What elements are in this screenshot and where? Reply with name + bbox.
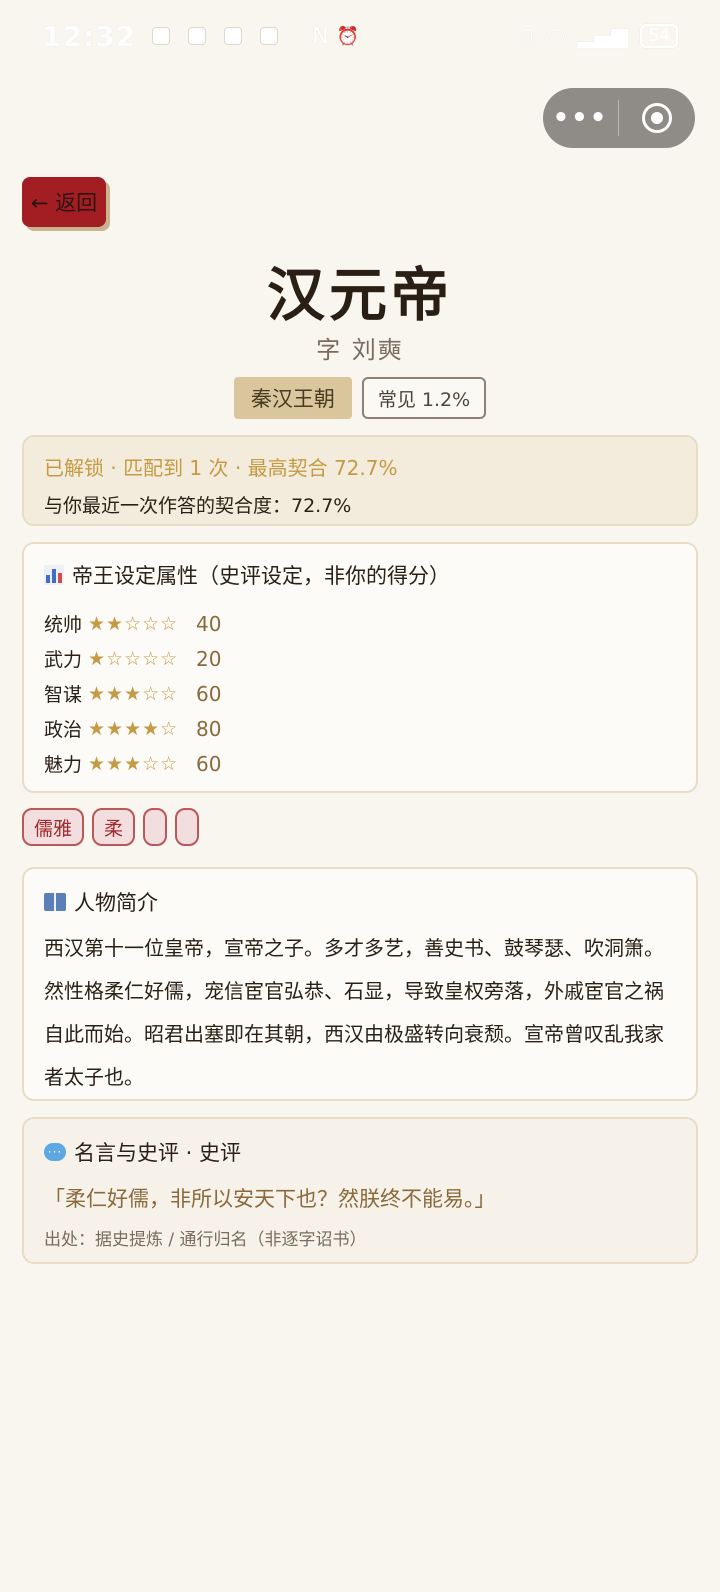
trait-chip bbox=[175, 808, 200, 846]
attribute-name: 政治 bbox=[44, 719, 83, 741]
miniprogram-capsule: ••• bbox=[543, 88, 695, 148]
book-icon bbox=[44, 893, 66, 911]
star-rating: ★★★☆☆ bbox=[88, 682, 179, 705]
quote-heading-text: 名言与史评 · 史评 bbox=[74, 1141, 242, 1165]
star-rating: ★★☆☆☆ bbox=[88, 612, 179, 635]
trait-chips: 儒雅 柔 bbox=[22, 808, 200, 846]
attributes-card: 帝王设定属性（史评设定，非你的得分） 统帅 ★★☆☆☆ 40 武力 ★☆☆☆☆ … bbox=[22, 542, 698, 793]
star-rating: ★☆☆☆☆ bbox=[88, 647, 179, 670]
trait-chip bbox=[143, 808, 168, 846]
biography-heading: 人物简介 bbox=[44, 887, 676, 917]
recent-match-score: 与你最近一次作答的契合度：72.7% bbox=[44, 495, 352, 517]
status-bar: 12:32 N ⏰ ▯ ◠ ▂▄▆ 54 bbox=[0, 0, 720, 72]
app-notification-icon bbox=[188, 27, 207, 45]
app-notification-icon bbox=[152, 27, 171, 45]
nfc-icon: N bbox=[312, 23, 329, 49]
attribute-row: 魅力 ★★★☆☆ 60 bbox=[44, 746, 676, 781]
quote-card: ··· 名言与史评 · 史评 「柔仁好儒，非所以安天下也？然朕终不能易。」 出处… bbox=[22, 1117, 698, 1264]
attribute-list: 统帅 ★★☆☆☆ 40 武力 ★☆☆☆☆ 20 智谋 ★★★☆☆ 60 政治 ★… bbox=[44, 606, 676, 781]
star-rating: ★★★★☆ bbox=[88, 717, 179, 740]
attribute-row: 政治 ★★★★☆ 80 bbox=[44, 711, 676, 746]
attribute-name: 智谋 bbox=[44, 684, 83, 706]
close-miniprogram-button[interactable] bbox=[619, 103, 694, 133]
emperor-courtesy-name: 字 刘奭 bbox=[316, 336, 404, 364]
more-menu-button[interactable]: ••• bbox=[543, 103, 618, 133]
signal-icon: ▂▄▆ bbox=[577, 23, 629, 49]
vibrate-icon: ▯ bbox=[522, 23, 535, 49]
attributes-heading-text: 帝王设定属性（史评设定，非你的得分） bbox=[72, 564, 450, 588]
app-notification-icon bbox=[260, 27, 279, 45]
status-right: ▯ ◠ ▂▄▆ 54 bbox=[522, 24, 678, 49]
emperor-name: 汉元帝 bbox=[266, 261, 453, 329]
trait-chip: 儒雅 bbox=[22, 808, 85, 846]
app-notification-icon bbox=[224, 27, 243, 45]
attribute-value: 60 bbox=[196, 681, 222, 706]
bar-chart-icon bbox=[44, 565, 64, 585]
attribute-row: 智谋 ★★★☆☆ 60 bbox=[44, 676, 676, 711]
biography-card: 人物简介 西汉第十一位皇帝，宣帝之子。多才多艺，善史书、鼓琴瑟、吹洞箫。然性格柔… bbox=[22, 867, 698, 1101]
wifi-icon: ◠ bbox=[546, 23, 566, 49]
attribute-value: 40 bbox=[196, 611, 222, 636]
status-time: 12:32 bbox=[42, 19, 137, 53]
quote-text: 「柔仁好儒，非所以安天下也？然朕终不能易。」 bbox=[44, 1187, 496, 1211]
attribute-value: 20 bbox=[196, 646, 222, 671]
speech-bubble-icon: ··· bbox=[44, 1143, 66, 1161]
attribute-value: 60 bbox=[196, 751, 222, 776]
frequency-tag: 常见 1.2% bbox=[361, 377, 487, 419]
trait-chip: 柔 bbox=[92, 808, 136, 846]
quote-source: 出处：据史提炼 / 通行归名（非逐字诏书） bbox=[44, 1230, 367, 1250]
attribute-value: 80 bbox=[196, 716, 222, 741]
battery-indicator: 54 bbox=[640, 24, 678, 48]
back-button[interactable]: ← 返回 bbox=[22, 177, 106, 227]
attribute-name: 魅力 bbox=[44, 754, 83, 776]
biography-heading-text: 人物简介 bbox=[74, 891, 158, 915]
alarm-icon: ⏰ bbox=[336, 25, 360, 47]
biography-text: 西汉第十一位皇帝，宣帝之子。多才多艺，善史书、鼓琴瑟、吹洞箫。然性格柔仁好儒，宠… bbox=[44, 936, 664, 1089]
emperor-tags: 秦汉王朝 常见 1.2% bbox=[0, 377, 720, 419]
target-icon bbox=[641, 103, 672, 133]
attribute-row: 统帅 ★★☆☆☆ 40 bbox=[44, 606, 676, 641]
unlock-status-card: 已解锁 · 匹配到 1 次 · 最高契合 72.7% 与你最近一次作答的契合度：… bbox=[22, 435, 698, 526]
attribute-name: 统帅 bbox=[44, 614, 83, 636]
attribute-row: 武力 ★☆☆☆☆ 20 bbox=[44, 641, 676, 676]
attributes-heading: 帝王设定属性（史评设定，非你的得分） bbox=[44, 560, 676, 590]
quote-heading: ··· 名言与史评 · 史评 bbox=[44, 1137, 676, 1167]
dynasty-tag: 秦汉王朝 bbox=[233, 377, 352, 419]
attribute-name: 武力 bbox=[44, 649, 83, 671]
star-rating: ★★★☆☆ bbox=[88, 752, 179, 775]
status-app-icons bbox=[152, 27, 279, 45]
unlock-summary: 已解锁 · 匹配到 1 次 · 最高契合 72.7% bbox=[44, 456, 398, 480]
